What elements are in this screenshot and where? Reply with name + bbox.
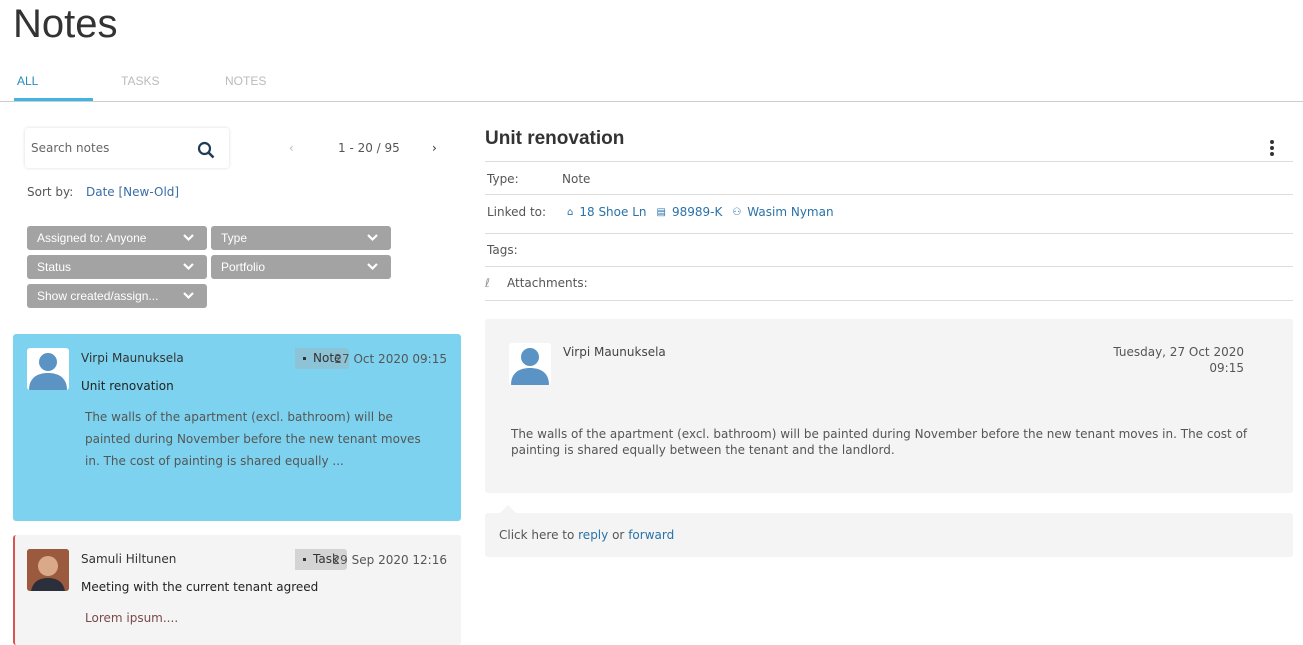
note-author: Samuli Hiltunen (81, 552, 177, 566)
filter-portfolio[interactable]: Portfolio (211, 255, 391, 279)
link-property[interactable]: 18 Shoe Ln (579, 205, 646, 219)
next-page-button[interactable]: › (432, 141, 437, 155)
filter-label: Status (37, 260, 72, 274)
message-body: The walls of the apartment (excl. bathro… (511, 427, 1248, 457)
filter-label: Show created/assign... (37, 289, 159, 303)
prev-page-button[interactable]: ‹ (289, 141, 294, 155)
sort-label: Sort by: (27, 185, 74, 199)
linked-items: ⌂ 18 Shoe Ln ▤ 98989-K ⚇ Wasim Nyman (567, 205, 834, 219)
chevron-down-icon (367, 234, 378, 242)
reply-box: Click here to reply or forward (485, 505, 1293, 557)
detail-title: Unit renovation (485, 128, 625, 149)
filter-label: Portfolio (221, 260, 266, 274)
link-tenant[interactable]: Wasim Nyman (747, 205, 833, 219)
chevron-down-icon (367, 263, 378, 271)
note-excerpt: Lorem ipsum.... (85, 611, 179, 625)
type-value: Note (562, 172, 591, 186)
note-title: Unit renovation (81, 379, 174, 393)
tab-all[interactable]: ALL (17, 74, 38, 88)
filter-label: Assigned to: Anyone (37, 231, 147, 245)
linked-label: Linked to: (487, 205, 547, 219)
tab-tasks[interactable]: TASKS (121, 74, 159, 88)
chevron-down-icon (183, 263, 194, 271)
avatar (27, 549, 69, 591)
sort-select[interactable]: Date [New-Old] (86, 185, 179, 199)
user-placeholder-icon (511, 348, 549, 385)
home-icon: ⌂ (567, 206, 574, 218)
reply-link[interactable]: reply (578, 528, 608, 542)
tab-notes[interactable]: NOTES (225, 74, 266, 88)
message-date: Tuesday, 27 Oct 2020 (1113, 345, 1244, 359)
avatar (27, 348, 69, 390)
tags-label: Tags: (487, 243, 518, 257)
divider (485, 233, 1293, 234)
search-placeholder: Search notes (31, 141, 110, 155)
note-title: Meeting with the current tenant agreed (81, 580, 319, 594)
filter-status[interactable]: Status (27, 255, 207, 279)
badge-dot (303, 357, 306, 360)
message-box: Virpi Maunuksela Tuesday, 27 Oct 2020 09… (485, 319, 1293, 493)
divider (485, 300, 1293, 301)
page-range: 1 - 20 / 95 (338, 141, 400, 155)
divider (0, 101, 1303, 102)
people-icon: ⚇ (732, 206, 742, 218)
message-author: Virpi Maunuksela (563, 345, 666, 359)
attachments-label: Attachments: (507, 276, 588, 290)
user-photo-icon (27, 549, 69, 591)
note-excerpt: The walls of the apartment (excl. bathro… (85, 410, 421, 468)
badge-dot (303, 558, 306, 561)
link-contract[interactable]: 98989-K (672, 205, 722, 219)
divider (485, 161, 1293, 162)
chevron-down-icon (183, 234, 194, 242)
reply-text: Click here to reply or forward (499, 528, 674, 542)
reply-or: or (612, 528, 625, 542)
avatar (509, 343, 551, 385)
document-icon: ▤ (656, 206, 666, 218)
divider (485, 194, 1293, 195)
filter-show-created[interactable]: Show created/assign... (27, 284, 207, 308)
forward-link[interactable]: forward (628, 528, 674, 542)
note-list-item[interactable]: Samuli Hiltunen Task 29 Sep 2020 12:16 M… (13, 535, 461, 645)
note-date: 27 Oct 2020 09:15 (334, 352, 447, 366)
note-date: 29 Sep 2020 12:16 (332, 553, 447, 567)
filter-type[interactable]: Type (211, 226, 391, 250)
more-options-icon[interactable] (1269, 139, 1275, 157)
note-list-item-selected[interactable]: Virpi Maunuksela Note 27 Oct 2020 09:15 … (13, 334, 461, 521)
filter-label: Type (221, 231, 248, 245)
message-time: 09:15 (1209, 361, 1244, 375)
type-label: Type: (487, 172, 519, 186)
user-placeholder-icon (29, 353, 67, 390)
filter-assigned[interactable]: Assigned to: Anyone (27, 226, 207, 250)
reply-prefix: Click here to (499, 528, 575, 542)
note-author: Virpi Maunuksela (81, 351, 184, 365)
search-icon[interactable] (197, 141, 215, 159)
chevron-down-icon (183, 292, 194, 300)
divider (485, 266, 1293, 267)
page-title: Notes (13, 2, 118, 46)
paperclip-icon: ℓ (485, 276, 490, 290)
search-input[interactable]: Search notes (25, 128, 229, 168)
